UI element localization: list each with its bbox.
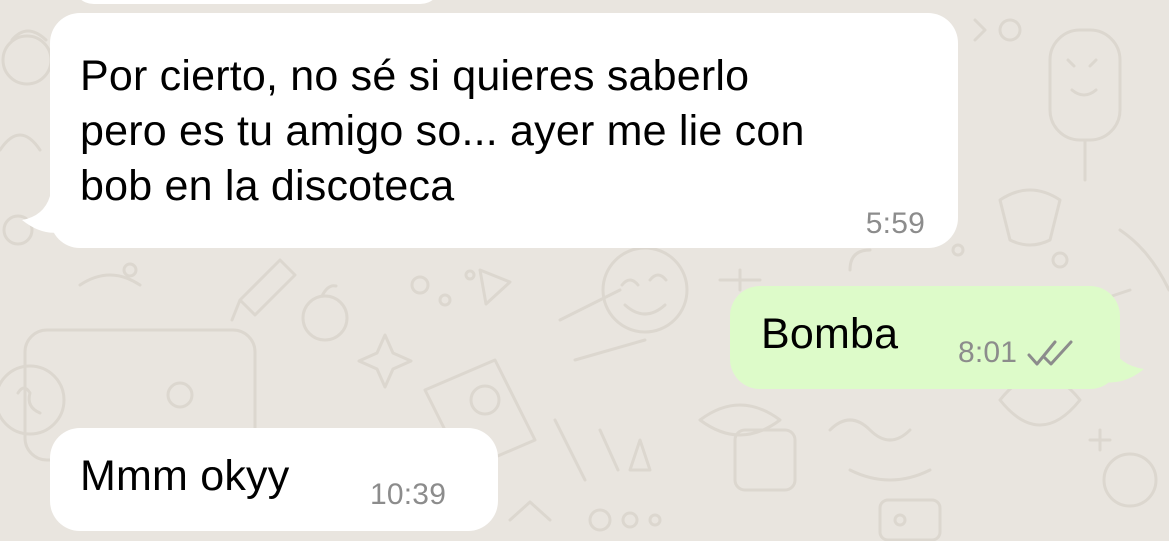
double-check-icon [1027,340,1073,366]
message-bubble-incoming[interactable]: Mmm okyy 10:39 [50,428,498,531]
message-text: Mmm okyy [80,452,290,500]
message-bubble-incoming-partial[interactable] [72,0,442,4]
message-time: 10:39 [370,478,447,511]
message-timestamp: 5:59 [866,209,925,239]
message-timestamp: 10:39 [370,480,446,510]
message-text: Bomba [761,310,899,358]
message-bubble-outgoing[interactable]: Bomba 8:01 [730,286,1120,389]
message-time: 8:01 [958,336,1018,369]
message-meta: 8:01 [958,338,1079,368]
message-text: Por cierto, no sé si quieres saberlo per… [80,52,805,210]
message-tail-outgoing [1098,345,1144,383]
message-time: 5:59 [865,207,925,240]
message-bubble-incoming[interactable]: Por cierto, no sé si quieres saberlo per… [50,13,958,248]
chat-message-list[interactable]: Por cierto, no sé si quieres saberlo per… [0,0,1169,541]
